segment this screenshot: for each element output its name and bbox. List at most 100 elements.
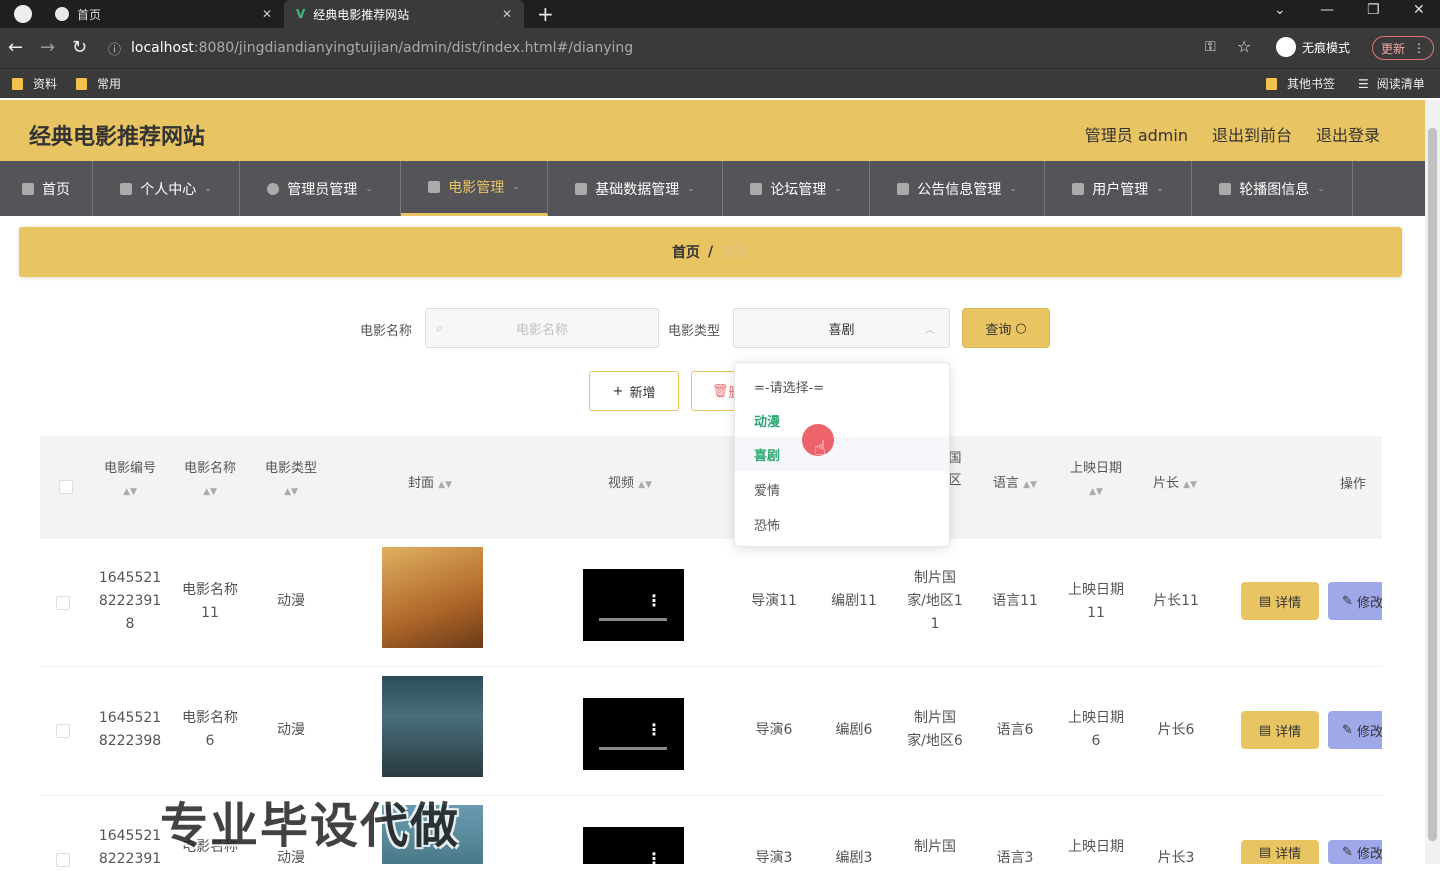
detail-button[interactable]: ▤ 详情 (1241, 582, 1319, 620)
edit-button[interactable]: ✎ 修改 (1328, 840, 1382, 864)
incognito-badge[interactable]: 无痕模式 (1276, 37, 1350, 57)
nav-item-admin[interactable]: 管理员管理 ⌄ (240, 161, 401, 216)
col-cover[interactable]: 封面 ▲▼ (380, 473, 480, 496)
bookmark-folder[interactable]: 常用 (76, 75, 121, 92)
browser-tab-active[interactable]: V 经典电影推荐网站 ✕ (284, 0, 524, 28)
more-icon[interactable]: ⋮ (646, 591, 662, 610)
scrollbar-thumb[interactable] (1428, 128, 1437, 841)
video-player[interactable]: ⋮ (583, 819, 684, 868)
more-icon[interactable]: ⋮ (646, 720, 662, 739)
info-icon[interactable]: ⓘ (108, 39, 121, 58)
breadcrumb-separator: / (707, 244, 714, 260)
row-checkbox[interactable] (56, 724, 70, 738)
url-path: :8080/jingdiandianyingtuijian/admin/dist… (193, 40, 634, 56)
col-id[interactable]: 电影编号 ▲▼ (95, 458, 165, 503)
cell-name: 电影名称 11 (182, 582, 238, 621)
cover-image[interactable] (382, 547, 483, 648)
detail-button[interactable]: ▤ 详情 (1241, 840, 1319, 864)
edit-button[interactable]: ✎ 修改 (1328, 711, 1382, 749)
chevron-down-icon: ⌄ (1156, 183, 1164, 194)
video-progress[interactable] (599, 618, 667, 621)
nav-item-forum[interactable]: 论坛管理 ⌄ (723, 161, 870, 216)
video-progress[interactable] (599, 747, 667, 750)
col-date-label: 上映日期 (1069, 461, 1122, 476)
row-checkbox[interactable] (56, 853, 70, 867)
sort-icon: ▲▼ (1183, 480, 1197, 490)
movie-name-input[interactable]: ⌕ 电影名称 (425, 308, 659, 348)
col-video[interactable]: 视频 ▲▼ (580, 473, 680, 496)
col-date[interactable]: 上映日期 ▲▼ (1060, 458, 1132, 503)
nav-item-movies[interactable]: 电影管理 ⌄ (401, 161, 548, 216)
exit-to-front-link[interactable]: 退出到前台 (1212, 122, 1292, 146)
tab-search-icon[interactable]: ⌄ (1274, 2, 1286, 18)
nav-item-users[interactable]: 用户管理 ⌄ (1045, 161, 1192, 216)
cell-id: 1645521 8222391 (98, 828, 162, 867)
logout-link[interactable]: 退出登录 (1316, 122, 1380, 146)
dropdown-option[interactable]: 动漫 (735, 403, 949, 437)
col-name[interactable]: 电影名称 ▲▼ (175, 458, 245, 503)
query-button[interactable]: 查询 ○ (962, 308, 1050, 348)
other-bookmarks[interactable]: 其他书签 (1266, 75, 1335, 92)
page-scrollbar[interactable] (1425, 100, 1440, 864)
cell-language: 语言6 (996, 722, 1034, 738)
site-title: 经典电影推荐网站 (29, 125, 206, 150)
dropdown-option[interactable]: 恐怖 (735, 507, 949, 541)
restore-icon[interactable]: ❐ (1367, 2, 1380, 18)
col-ops-label: 操作 (1340, 477, 1367, 492)
cell-name: 电影名称 6 (182, 710, 238, 749)
reload-icon[interactable]: ↻ (72, 37, 87, 58)
url-field[interactable]: ⓘ localhost:8080/jingdiandianyingtuijian… (108, 34, 1258, 62)
back-icon[interactable]: ← (8, 37, 23, 58)
select-all-checkbox[interactable] (59, 480, 73, 494)
close-tab-icon[interactable]: ✕ (262, 7, 272, 21)
close-window-icon[interactable]: ✕ (1413, 2, 1425, 18)
col-length[interactable]: 片长 ▲▼ (1140, 473, 1210, 496)
cell-writer: 编剧6 (835, 722, 873, 738)
bookmark-folder[interactable]: 资料 (12, 75, 57, 92)
bookmarks-bar: 资料 常用 其他书签 ☰ 阅读清单 (0, 68, 1440, 98)
close-tab-icon[interactable]: ✕ (502, 7, 512, 21)
dropdown-option-selected[interactable]: 喜剧 (735, 437, 949, 471)
key-icon[interactable]: ⚿ (1205, 39, 1216, 55)
more-icon[interactable]: ⋮ (646, 849, 662, 868)
table-header: 电影编号 ▲▼ 电影名称 ▲▼ 电影类型 ▲▼ 封面 ▲▼ 视频 ▲▼ 国区 语言 ▲… (40, 436, 1382, 539)
forward-icon[interactable]: → (40, 37, 55, 58)
video-player[interactable]: ⋮ (583, 690, 684, 770)
movie-type-select[interactable]: 喜剧 ︿ (733, 308, 950, 348)
trash-icon: 🗑 (712, 383, 729, 399)
nav-label: 公告信息管理 (917, 181, 1002, 198)
row-divider (40, 666, 1382, 667)
nav-item-carousel[interactable]: 轮播图信息 ⌄ (1192, 161, 1353, 216)
minimize-icon[interactable]: — (1320, 2, 1334, 18)
chevron-up-icon: ︿ (925, 324, 935, 336)
edit-button[interactable]: ✎ 修改 (1328, 582, 1382, 620)
col-type[interactable]: 电影类型 ▲▼ (256, 458, 326, 503)
cell-length: 片长11 (1153, 593, 1199, 609)
reading-list[interactable]: ☰ 阅读清单 (1358, 75, 1425, 92)
cell-writer: 编剧3 (835, 850, 873, 866)
video-player[interactable]: ⋮ (583, 561, 684, 641)
row-checkbox[interactable] (56, 596, 70, 610)
cover-image[interactable] (382, 676, 483, 777)
dropdown-option[interactable]: 爱情 (735, 472, 949, 506)
movie-name-label: 电影名称 (360, 324, 413, 339)
detail-button[interactable]: ▤ 详情 (1241, 711, 1319, 749)
breadcrumb-home[interactable]: 首页 (672, 242, 700, 262)
cell-length: 片长6 (1157, 722, 1195, 738)
cell-region: 制片国 (914, 839, 956, 855)
nav-item-notices[interactable]: 公告信息管理 ⌄ (870, 161, 1045, 216)
address-bar: ← → ↻ ⓘ localhost:8080/jingdiandianyingt… (0, 28, 1440, 68)
cell-id: 1645521 8222391 8 (98, 570, 162, 632)
nav-item-basic-data[interactable]: 基础数据管理 ⌄ (548, 161, 723, 216)
new-tab-icon[interactable]: + (537, 2, 554, 26)
star-icon[interactable]: ☆ (1237, 37, 1251, 56)
cell-region: 制片国 家/地区6 (907, 710, 963, 749)
dropdown-option[interactable]: =-请选择-= (735, 369, 949, 403)
col-language[interactable]: 语言 ▲▼ (980, 473, 1050, 496)
update-button[interactable]: 更新 ⋮ (1372, 36, 1434, 60)
browser-tab-home[interactable]: 首页 ✕ (0, 0, 284, 28)
sort-icon: ▲▼ (284, 487, 298, 497)
nav-item-profile[interactable]: 个人中心 ⌄ (93, 161, 240, 216)
nav-item-home[interactable]: 首页 (0, 161, 93, 216)
add-button[interactable]: + 新增 (589, 371, 679, 411)
